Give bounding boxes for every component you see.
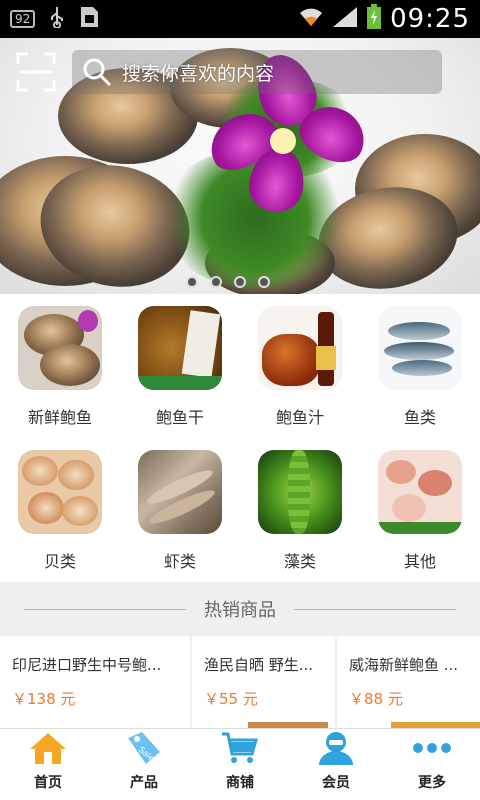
category-abalone-sauce[interactable]: 鲍鱼汁 — [240, 294, 360, 438]
shrimp-image — [138, 450, 222, 534]
category-label: 藻类 — [283, 552, 316, 571]
tab-more[interactable]: 更多 — [384, 729, 480, 800]
app-screen: 92 09:25 搜索你喜欢的内容 新鲜鲍鱼 鲍鱼干 鲍鱼汁 鱼类 贝类 虾类 … — [0, 0, 480, 800]
category-seaweed[interactable]: 藻类 — [240, 438, 360, 582]
carousel-indicator — [186, 276, 270, 288]
usb-icon — [49, 6, 65, 33]
status-bar: 92 09:25 — [0, 0, 480, 38]
abalone-sauce-image — [258, 306, 342, 390]
scan-icon — [16, 52, 56, 92]
divider — [294, 608, 456, 610]
carousel-dot[interactable] — [210, 276, 222, 288]
category-label: 鱼类 — [403, 408, 436, 427]
carousel-dot[interactable] — [258, 276, 270, 288]
search-icon — [83, 58, 112, 87]
category-label: 其他 — [403, 552, 436, 571]
tab-label: 更多 — [418, 775, 446, 791]
fish-image — [378, 306, 462, 390]
category-label: 新鲜鲍鱼 — [27, 408, 92, 427]
tab-shop[interactable]: 商铺 — [192, 729, 288, 800]
tab-label: 商铺 — [226, 775, 254, 791]
category-label: 鲍鱼干 — [155, 408, 204, 427]
category-other[interactable]: 其他 — [360, 438, 480, 582]
product-price: ￥55 元 — [204, 690, 258, 708]
scan-button[interactable] — [14, 50, 58, 94]
product-name: 威海新鲜鲍鱼 ... — [349, 656, 459, 674]
category-label: 虾类 — [163, 552, 196, 571]
product-list: 印尼进口野生中号鲍... ￥138 元 渔民自晒 野生... ￥55 元 威海新… — [0, 636, 480, 728]
product-name: 印尼进口野生中号鲍... — [12, 656, 162, 674]
category-fish[interactable]: 鱼类 — [360, 294, 480, 438]
tab-label: 产品 — [130, 775, 158, 791]
category-fresh-abalone[interactable]: 新鲜鲍鱼 — [0, 294, 120, 438]
battery-icon — [366, 4, 382, 34]
more-icon — [412, 730, 452, 766]
category-dried-abalone[interactable]: 鲍鱼干 — [120, 294, 240, 438]
bottom-tab-bar: 首页 Sale 产品 商铺 会员 更多 — [0, 728, 480, 800]
product-price: ￥138 元 — [12, 690, 76, 708]
hot-sale-header: 热销商品 — [0, 582, 480, 636]
fresh-abalone-image — [18, 306, 102, 390]
cart-icon — [220, 730, 260, 766]
other-seafood-image — [378, 450, 462, 534]
tab-label: 首页 — [34, 775, 62, 791]
dried-abalone-image — [138, 306, 222, 390]
category-label: 鲍鱼汁 — [275, 408, 324, 427]
carousel-dot[interactable] — [234, 276, 246, 288]
product-name: 渔民自晒 野生... — [204, 656, 314, 674]
category-shrimp[interactable]: 虾类 — [120, 438, 240, 582]
carousel-dot[interactable] — [186, 276, 198, 288]
tab-home[interactable]: 首页 — [0, 729, 96, 800]
product-card[interactable]: 威海新鲜鲍鱼 ... ￥88 元 — [337, 636, 480, 728]
category-shellfish[interactable]: 贝类 — [0, 438, 120, 582]
home-icon — [28, 730, 68, 766]
search-bar[interactable]: 搜索你喜欢的内容 — [72, 50, 442, 94]
product-card[interactable]: 印尼进口野生中号鲍... ￥138 元 — [0, 636, 190, 728]
shellfish-image — [18, 450, 102, 534]
seaweed-image — [258, 450, 342, 534]
tab-member[interactable]: 会员 — [288, 729, 384, 800]
category-label: 贝类 — [43, 552, 76, 571]
product-card[interactable]: 渔民自晒 野生... ￥55 元 — [192, 636, 335, 728]
banner-carousel[interactable]: 搜索你喜欢的内容 — [0, 38, 480, 294]
divider — [24, 608, 186, 610]
clock: 09:25 — [390, 4, 470, 34]
tag-icon: Sale — [124, 730, 164, 766]
signal-icon — [332, 6, 358, 32]
notification-badge: 92 — [10, 10, 36, 28]
tab-label: 会员 — [322, 775, 350, 791]
user-icon — [316, 730, 356, 766]
wifi-icon — [298, 6, 324, 32]
sim-icon — [79, 6, 99, 33]
search-placeholder: 搜索你喜欢的内容 — [122, 62, 275, 85]
section-title: 热销商品 — [204, 600, 276, 621]
category-grid: 新鲜鲍鱼 鲍鱼干 鲍鱼汁 鱼类 贝类 虾类 藻类 其他 — [0, 294, 480, 582]
tab-products[interactable]: Sale 产品 — [96, 729, 192, 800]
product-price: ￥88 元 — [349, 690, 403, 708]
